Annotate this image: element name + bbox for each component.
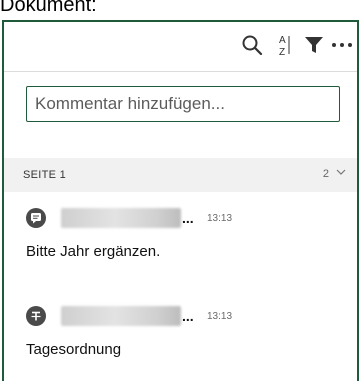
section-title: SEITE 1 bbox=[23, 169, 67, 181]
svg-text:Z: Z bbox=[279, 47, 285, 57]
pane-label: Dokument: bbox=[0, 0, 97, 16]
comment-thread[interactable]: ... 13:13 Bitte Jahr ergänzen. bbox=[4, 208, 357, 288]
comments-toolbar: A Z bbox=[197, 22, 357, 68]
author-ellipsis: ... bbox=[182, 308, 194, 324]
search-button[interactable] bbox=[239, 32, 265, 58]
comment-text: Bitte Jahr ergänzen. bbox=[26, 243, 161, 260]
comment-icon bbox=[31, 213, 41, 224]
author-ellipsis: ... bbox=[182, 210, 194, 226]
sort-az-icon: A Z bbox=[279, 35, 290, 57]
comment-time: 13:13 bbox=[207, 311, 233, 322]
comments-pane: A Z Kommentar hinzufügen... SEITE 1 2 ..… bbox=[2, 20, 359, 381]
toolbar-divider bbox=[4, 71, 357, 72]
search-icon bbox=[242, 35, 263, 56]
strikethrough-icon bbox=[31, 311, 41, 321]
author-name-blurred bbox=[61, 306, 181, 326]
comment-thread[interactable]: ... 13:13 Tagesordnung bbox=[4, 306, 357, 386]
comment-text: Tagesordnung bbox=[26, 341, 122, 358]
svg-text:A: A bbox=[279, 35, 286, 46]
more-options-button[interactable] bbox=[329, 32, 355, 58]
comment-time: 13:13 bbox=[207, 213, 233, 224]
filter-button[interactable] bbox=[301, 32, 327, 58]
author-name-blurred bbox=[61, 208, 181, 228]
more-icon bbox=[332, 43, 352, 47]
avatar bbox=[26, 306, 46, 326]
section-count: 2 bbox=[322, 168, 329, 180]
sort-button[interactable]: A Z bbox=[271, 32, 297, 58]
page-section-header[interactable]: SEITE 1 2 bbox=[4, 158, 357, 192]
new-comment-input[interactable]: Kommentar hinzufügen... bbox=[26, 86, 340, 122]
avatar bbox=[26, 208, 46, 228]
filter-icon bbox=[305, 37, 323, 53]
chevron-down-icon[interactable] bbox=[335, 166, 347, 178]
